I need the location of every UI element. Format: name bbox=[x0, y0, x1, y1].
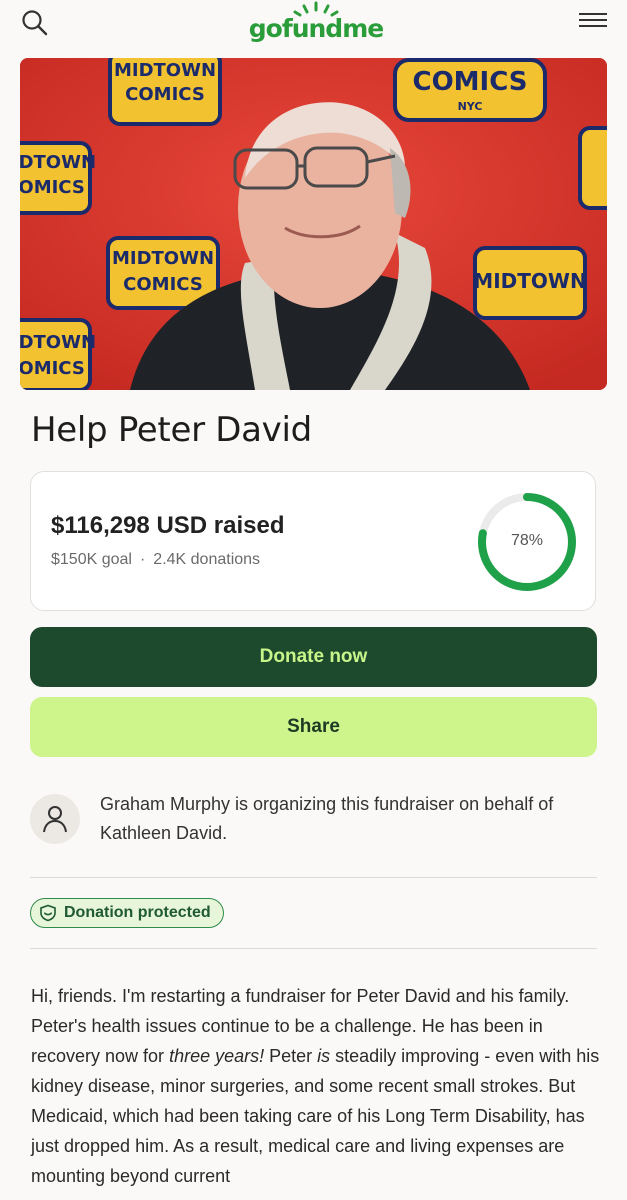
story-emphasis: three years! bbox=[169, 1046, 265, 1066]
goal-amount: $150K goal bbox=[51, 551, 132, 568]
backdrop-logo: MIDTOWN COMICS bbox=[108, 58, 222, 126]
svg-text:COMICS: COMICS bbox=[412, 67, 527, 97]
svg-text:MIDTOWN: MIDTOWN bbox=[114, 60, 216, 81]
campaign-meta: $150K goal · 2.4K donations bbox=[51, 551, 260, 569]
meta-separator: · bbox=[139, 551, 146, 568]
svg-text:COMICS: COMICS bbox=[125, 84, 205, 105]
svg-text:MIDTOWN: MIDTOWN bbox=[20, 332, 96, 353]
donate-now-button[interactable]: Donate now bbox=[30, 627, 597, 687]
backdrop-logo: MIDTOWN COMICS bbox=[20, 141, 96, 215]
svg-text:COMICS: COMICS bbox=[20, 358, 85, 379]
svg-text:COMICS: COMICS bbox=[20, 177, 85, 198]
svg-text:MIDTOWN: MIDTOWN bbox=[473, 269, 586, 293]
story-segment: steadily improving - even with his kidne… bbox=[31, 1046, 600, 1186]
svg-text:MIDTOWN: MIDTOWN bbox=[20, 152, 96, 173]
backdrop-logo: MIDTOWN COMICS bbox=[20, 318, 96, 390]
logo-wordmark: gofundme bbox=[248, 14, 384, 43]
search-icon bbox=[22, 10, 48, 36]
menu-button[interactable] bbox=[579, 10, 607, 36]
top-header: gofundme bbox=[0, 0, 627, 52]
search-button[interactable] bbox=[20, 8, 50, 38]
hamburger-line bbox=[579, 19, 607, 21]
backdrop-logo: COMICS NYC bbox=[393, 58, 547, 122]
hamburger-menu-icon bbox=[579, 13, 607, 15]
svg-text:COMICS: COMICS bbox=[123, 274, 203, 295]
backdrop-logo bbox=[578, 126, 607, 210]
story-text: Hi, friends. I'm restarting a fundraiser… bbox=[31, 981, 601, 1191]
hamburger-line bbox=[579, 25, 607, 27]
gofundme-logo[interactable]: gofundme bbox=[246, 0, 386, 48]
badge-label: Donation protected bbox=[64, 904, 211, 921]
shield-icon bbox=[40, 904, 56, 922]
amount-raised: $116,298 USD raised bbox=[51, 512, 285, 539]
hero-image: MIDTOWN COMICS COMICS NYC MIDTOWN COMICS… bbox=[20, 58, 607, 390]
divider bbox=[30, 877, 597, 878]
progress-card: $116,298 USD raised $150K goal · 2.4K dona… bbox=[30, 471, 596, 611]
organizer-info: Graham Murphy is organizing this fundrai… bbox=[30, 790, 597, 850]
campaign-title: Help Peter David bbox=[31, 410, 312, 450]
backdrop-logo: MIDTOWN bbox=[473, 246, 587, 320]
story-emphasis: is bbox=[317, 1046, 331, 1066]
progress-percent: 78% bbox=[510, 532, 544, 549]
donation-protected-badge[interactable]: Donation protected bbox=[30, 898, 224, 928]
user-icon bbox=[43, 806, 67, 833]
hero-photo: MIDTOWN COMICS COMICS NYC MIDTOWN COMICS… bbox=[20, 58, 607, 390]
share-button[interactable]: Share bbox=[30, 697, 597, 757]
svg-text:MIDTOWN: MIDTOWN bbox=[112, 248, 214, 269]
svg-text:NYC: NYC bbox=[458, 100, 483, 113]
divider bbox=[30, 948, 597, 949]
organizer-avatar bbox=[30, 794, 80, 844]
story-segment: Peter bbox=[264, 1046, 318, 1066]
organizer-text: Graham Murphy is organizing this fundrai… bbox=[100, 794, 554, 843]
donation-count: 2.4K donations bbox=[153, 551, 261, 568]
